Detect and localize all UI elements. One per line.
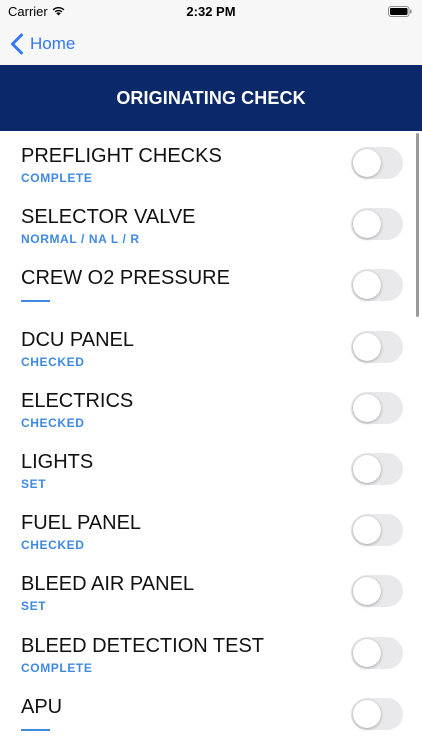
checklist-item-title: SELECTOR VALVE (21, 206, 196, 228)
toggle-knob (353, 394, 381, 422)
checklist-item-status: COMPLETE (21, 661, 93, 675)
empty-status-dash (21, 300, 50, 302)
toggle-knob (353, 455, 381, 483)
back-button[interactable]: Home (10, 32, 75, 56)
checklist-row: BLEED DETECTION TEST COMPLETE (0, 621, 422, 682)
checklist-item-title: BLEED DETECTION TEST (21, 635, 265, 657)
empty-status-dash (21, 729, 50, 731)
checklist: PREFLIGHT CHECKS COMPLETE SELECTOR VALVE NO… (0, 131, 422, 750)
toggle-knob (353, 210, 381, 238)
toggle-knob (353, 700, 381, 728)
checklist-item-status: CHECKED (21, 538, 85, 552)
checklist-item-status: NORMAL / NA L / R (21, 232, 140, 246)
header-banner: ORIGINATING CHECK (0, 65, 422, 131)
checklist-item-title: BLEED AIR PANEL (21, 573, 195, 595)
checklist-row: DCU PANEL CHECKED (0, 315, 422, 376)
toggle-knob (353, 577, 381, 605)
checklist-item-toggle[interactable] (351, 208, 403, 240)
toggle-knob (353, 333, 381, 361)
toggle-knob (353, 639, 381, 667)
checklist-item-toggle[interactable] (351, 698, 403, 730)
checklist-item-status: SET (21, 477, 47, 491)
checklist-item-toggle[interactable] (351, 575, 403, 607)
checklist-item-status: CHECKED (21, 416, 85, 430)
checklist-item-title: APU (21, 696, 63, 718)
checklist-row: SELECTOR VALVE NORMAL / NA L / R (0, 192, 422, 253)
page-title: ORIGINATING CHECK (116, 87, 306, 108)
checklist-item-title: DCU PANEL (21, 329, 134, 351)
checklist-item-status: CHECKED (21, 355, 85, 369)
toggle-knob (353, 516, 381, 544)
checklist-item-toggle[interactable] (351, 147, 403, 179)
checklist-item-status: COMPLETE (21, 171, 93, 185)
checklist-item-toggle[interactable] (351, 269, 403, 301)
checklist-row: FUEL PANEL CHECKED (0, 498, 422, 559)
battery-icon (388, 6, 412, 17)
checklist-row: PREFLIGHT CHECKS COMPLETE (0, 131, 422, 192)
checklist-row: ELECTRICS CHECKED (0, 376, 422, 437)
checklist-item-status: SET (21, 599, 47, 613)
toggle-knob (353, 149, 381, 177)
status-bar: Carrier 2:32 PM (0, 0, 422, 24)
checklist-item-title: FUEL PANEL (21, 512, 142, 534)
checklist-row: LIGHTS SET (0, 437, 422, 498)
scrollbar[interactable] (416, 133, 419, 317)
clock: 2:32 PM (186, 4, 236, 19)
checklist-item-title: LIGHTS (21, 451, 94, 473)
checklist-item-toggle[interactable] (351, 331, 403, 363)
checklist-item-toggle[interactable] (351, 453, 403, 485)
navigation-bar: Home (0, 24, 422, 65)
checklist-row: CREW O2 PRESSURE (0, 253, 422, 314)
checklist-item-title: ELECTRICS (21, 390, 134, 412)
checklist-item-toggle[interactable] (351, 637, 403, 669)
checklist-row: BLEED AIR PANEL SET (0, 559, 422, 620)
checklist-item-toggle[interactable] (351, 514, 403, 546)
back-button-label: Home (30, 34, 76, 53)
chevron-left-icon (11, 33, 23, 55)
checklist-item-toggle[interactable] (351, 392, 403, 424)
checklist-item-title: CREW O2 PRESSURE (21, 267, 230, 289)
checklist-row: APU (0, 682, 422, 743)
checklist-item-title: PREFLIGHT CHECKS (21, 145, 222, 167)
toggle-knob (353, 271, 381, 299)
